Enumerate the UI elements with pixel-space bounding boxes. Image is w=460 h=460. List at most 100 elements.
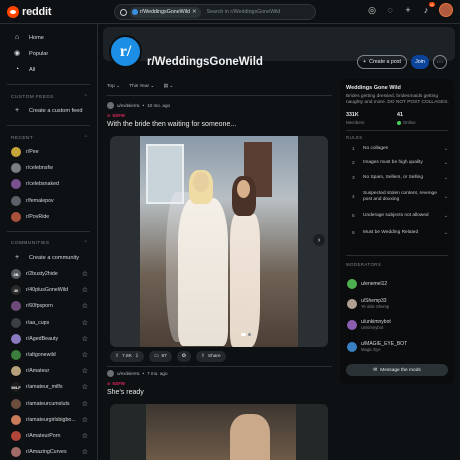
upvote-icon[interactable]: ⇧	[115, 354, 119, 359]
join-button[interactable]: Join	[411, 55, 429, 69]
post-image[interactable]	[140, 136, 298, 347]
reddit-logo[interactable]: reddit	[7, 5, 52, 18]
community-item[interactable]: r/Amateur ☆	[0, 363, 97, 379]
share-icon: ⇪	[200, 354, 205, 359]
vote-button[interactable]: ⇧ 7.8K ⇩	[110, 351, 144, 362]
friend-face	[237, 180, 250, 198]
rule-item[interactable]: 3 No Spam, Sellers, or Selling ⌄	[352, 175, 448, 181]
community-item[interactable]: r/altgonewild ☆	[0, 347, 97, 363]
community-item[interactable]: MILF r/amateur_milfs ☆	[0, 379, 97, 395]
post-title[interactable]: She's ready	[107, 389, 332, 396]
logo-text: reddit	[22, 5, 52, 18]
moderator-item[interactable]: u/MAGIE_EYE_BOT Magic Eye	[347, 341, 407, 352]
award-button[interactable]: ✪	[176, 351, 191, 362]
online-dot-icon	[397, 120, 401, 125]
message-mods-button[interactable]: ✉ Message the mods	[346, 364, 448, 376]
create-community[interactable]: + Create a community	[0, 250, 97, 266]
community-item[interactable]: r/AgedBeauty ☆	[0, 331, 97, 347]
rule-item[interactable]: 1 No collages ⌄	[352, 146, 448, 152]
gallery-next-icon[interactable]: ›	[313, 234, 325, 246]
community-item[interactable]: r/amateurgirlsbigbo... ☆	[0, 412, 97, 428]
community-item[interactable]: r/amateurcumsluts ☆	[0, 395, 97, 411]
moderator-item[interactable]: u/Shemp33 Ye olde Shemp	[347, 298, 389, 309]
post-card[interactable]: u/exitsierra • 10 mo. ago ⊘ NSFW With the…	[107, 101, 332, 128]
rule-item[interactable]: 6 Must be Wedding Related ⌄	[352, 230, 448, 236]
more-options-icon[interactable]: ⋯	[433, 55, 447, 69]
communities-heading[interactable]: COMMUNITIES ⌃	[0, 238, 97, 250]
search-scope-chip[interactable]: r/WeddingsGoneWild ✕	[130, 6, 201, 18]
rule-number: 6	[352, 230, 355, 236]
dot-separator: •	[142, 103, 145, 108]
favorite-star-icon[interactable]: ☆	[82, 400, 88, 408]
downvote-icon[interactable]: ⇩	[135, 354, 139, 359]
favorite-star-icon[interactable]: ☆	[82, 367, 88, 375]
gallery-dots	[241, 333, 251, 336]
nav-home[interactable]: ⌂ Home	[0, 30, 97, 46]
favorite-star-icon[interactable]: ☆	[82, 383, 88, 391]
search-input[interactable]: Search in r/WeddingsGoneWild	[207, 9, 281, 15]
custom-feeds-heading[interactable]: CUSTOM FEEDS ⌃	[0, 91, 97, 103]
post-author[interactable]: u/exitsierra	[117, 371, 139, 376]
favorite-star-icon[interactable]: ☆	[82, 432, 88, 440]
recent-community-item[interactable]: r/celebnsfw	[0, 160, 97, 176]
community-avatar	[11, 211, 21, 222]
create-post-button[interactable]: + Create a post	[357, 55, 407, 69]
favorite-star-icon[interactable]: ☆	[82, 270, 88, 278]
nav-popular[interactable]: ◉ Popular	[0, 46, 97, 62]
sort-dropdown[interactable]: Top ⌄	[107, 84, 120, 89]
nav-all[interactable]: ◔ All	[0, 62, 97, 78]
community-label: r/celebnsfw	[26, 165, 53, 172]
rule-item[interactable]: 4 Suspected stolen content, revenge post …	[352, 191, 448, 203]
recent-community-item[interactable]: r/femalepov	[0, 193, 97, 209]
favorite-star-icon[interactable]: ☆	[82, 319, 88, 327]
recent-heading[interactable]: RECENT ⌃	[0, 132, 97, 144]
rule-item[interactable]: 5 Underage subjects not allowed ⌄	[352, 213, 448, 219]
chat-icon[interactable]: ◌	[385, 5, 395, 15]
notification-badge: 11	[428, 2, 435, 7]
close-icon[interactable]: ✕	[192, 9, 197, 15]
post-author[interactable]: u/exitsierra	[117, 103, 139, 108]
community-name: Weddings Gone Wild	[346, 85, 401, 91]
time-filter-dropdown[interactable]: This Year ⌄	[129, 84, 154, 89]
view-toggle-icon[interactable]: ▤ ⌄	[163, 84, 173, 89]
recent-community-item[interactable]: r/PovRide	[0, 209, 97, 225]
comments-button[interactable]: ▭ 87	[148, 351, 172, 362]
community-item[interactable]: r/60fpsporn ☆	[0, 298, 97, 314]
search-bar[interactable]: r/WeddingsGoneWild ✕ Search in r/Wedding…	[114, 4, 316, 20]
recent-community-item[interactable]: r/Pee	[0, 144, 97, 160]
rules-heading: RULES	[346, 135, 363, 140]
moderator-item[interactable]: u/enemel12	[347, 279, 387, 289]
user-avatar[interactable]	[439, 3, 453, 17]
create-custom-feed[interactable]: + Create a custom feed	[0, 103, 97, 119]
post-gallery[interactable]: ›	[110, 136, 328, 347]
favorite-star-icon[interactable]: ☆	[82, 351, 88, 359]
community-item[interactable]: 40 r/40plusGoneWild ☆	[0, 282, 97, 298]
share-button[interactable]: ⇪ Share	[195, 351, 226, 362]
rule-text: Underage subjects not allowed	[363, 213, 429, 218]
ads-icon[interactable]: ◎	[367, 5, 377, 15]
favorite-star-icon[interactable]: ☆	[82, 448, 88, 456]
create-icon[interactable]: +	[403, 5, 413, 15]
post-title[interactable]: With the bride then waiting for someone.…	[107, 121, 332, 128]
plus-icon: +	[363, 59, 367, 65]
notifications-icon[interactable]: ♪ 11	[421, 2, 435, 15]
community-item[interactable]: 2B r/2busty2hide ☆	[0, 266, 97, 282]
moderator-info: u/unkimnybot Unkimnybot	[361, 319, 391, 330]
favorite-star-icon[interactable]: ☆	[82, 302, 88, 310]
home-icon: ⌂	[14, 34, 20, 41]
favorite-star-icon[interactable]: ☆	[82, 286, 88, 294]
community-item[interactable]: r/AmateurPorn ☆	[0, 428, 97, 444]
community-item[interactable]: r/aa_cups ☆	[0, 315, 97, 331]
moderator-item[interactable]: u/unkimnybot Unkimnybot	[347, 319, 391, 330]
rule-text: Suspected stolen content, revenge post a…	[363, 191, 437, 202]
plus-icon: +	[14, 253, 20, 261]
online-label-text: Online	[403, 120, 416, 125]
post-image[interactable]	[110, 404, 328, 460]
post-card[interactable]: u/exitsierra • 7 mo. ago ⊘ NSFW She's rea…	[107, 369, 332, 396]
favorite-star-icon[interactable]: ☆	[82, 335, 88, 343]
community-item[interactable]: r/AmazingCurves ☆	[0, 444, 97, 460]
rule-item[interactable]: 2 Images must be high quality ⌄	[352, 160, 448, 166]
rule-text: No Spam, Sellers, or Selling	[363, 175, 423, 180]
recent-community-item[interactable]: r/celebsnaked	[0, 176, 97, 192]
favorite-star-icon[interactable]: ☆	[82, 416, 88, 424]
